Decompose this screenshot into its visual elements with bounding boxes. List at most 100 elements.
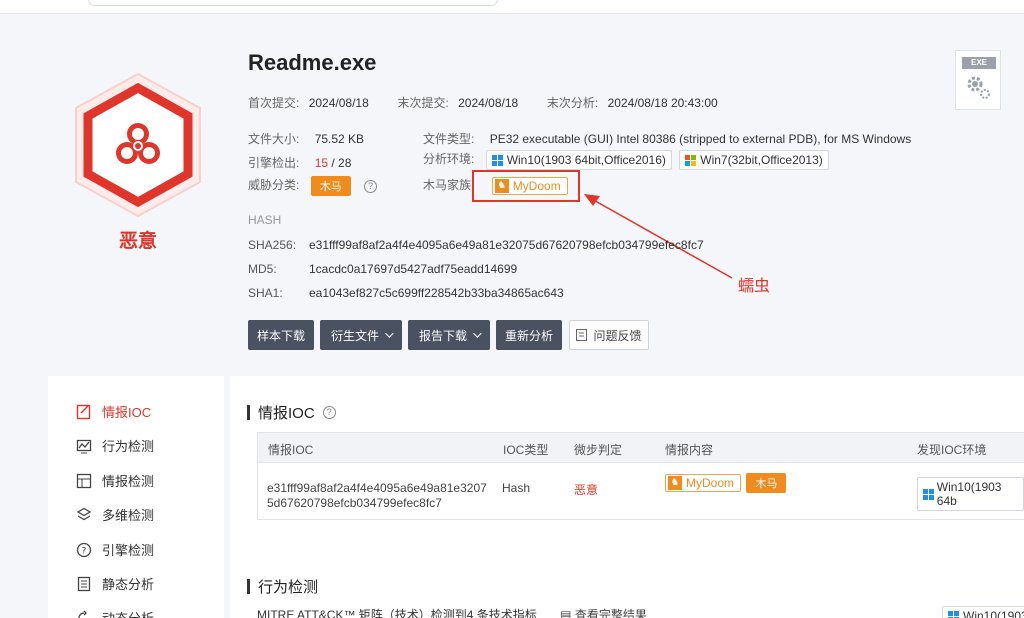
env-label: 分析环境:	[423, 152, 475, 167]
column-header: 微步判定	[574, 443, 623, 457]
sidebar-item-behavior[interactable]: 行为检测	[76, 436, 154, 455]
family-label: 木马家族:	[423, 178, 475, 192]
submit-dates: 首次提交: 2024/08/18 末次提交: 2024/08/18 末次分析: …	[248, 94, 718, 111]
multi-dimension-icon	[76, 507, 92, 520]
annotation-text: 蠕虫	[738, 278, 771, 295]
threat-row: 威胁分类: 木马 ?	[248, 176, 378, 196]
sidebar-item-label: 行为检测	[102, 439, 155, 454]
reanalyze-label: 重新分析	[504, 328, 553, 343]
env-chip-win7[interactable]: Win7(32bit,Office2013)	[679, 150, 829, 170]
env-chip-label: Win10(1903 64b	[936, 480, 1002, 508]
help-icon[interactable]: ?	[322, 406, 336, 419]
engine-hits[interactable]: 15	[315, 156, 328, 170]
document-icon: ▤	[560, 608, 572, 618]
ioc-env: Win10(1903 64b	[917, 477, 1024, 511]
env-chip-label: Win10(1903 64bit,Office2016)	[506, 153, 666, 167]
md5-value[interactable]: 1cacdc0a17697d5427adf75eadd14699	[309, 262, 517, 276]
trojan-horse-icon: ♞	[668, 476, 682, 490]
env-chip-label: Win7(32bit,Office2013)	[700, 153, 823, 167]
search-input[interactable]	[88, 0, 498, 6]
sha1-value[interactable]: ea1043ef827c5c699ff228542b33ba34865ac643	[309, 286, 564, 300]
sha256-value[interactable]: e31fff99af8af2a4f4e4095a6e49a81e32075d67…	[309, 238, 704, 252]
file-name: Readme.exe	[248, 50, 377, 75]
windows-icon	[491, 154, 503, 166]
svg-text:?: ?	[82, 546, 87, 556]
column-header: 发现IOC环境	[917, 443, 987, 457]
download-sample-button[interactable]: 样本下载	[248, 320, 314, 350]
threat-tag[interactable]: 木马	[746, 473, 787, 493]
section-bar	[247, 579, 250, 594]
report-download-button[interactable]: 报告下载	[408, 320, 490, 350]
env-chip-label: Win10(1903	[963, 609, 1024, 618]
first-submit-label: 首次提交:	[248, 96, 300, 110]
behavior-summary-row: MITRE ATT&CK™ 矩阵（技术）检测到4 条技术指标 ▤ 查看完整结果	[257, 606, 647, 618]
sidebar-item-label: 动态分析	[102, 608, 154, 618]
ioc-table-header: 情报IOC IOC类型 微步判定 情报内容 发现IOC环境	[258, 433, 1024, 463]
env-chip-win10[interactable]: Win10(1903 64b	[917, 477, 1024, 511]
intel-ioc-icon	[76, 404, 91, 419]
section-bar	[247, 405, 250, 420]
report-download-label: 报告下载	[418, 328, 467, 343]
file-type-value: PE32 executable (GUI) Intel 80386 (strip…	[489, 132, 912, 146]
chevron-down-icon	[385, 329, 394, 338]
threat-tag[interactable]: 木马	[310, 176, 351, 196]
derived-files-label: 衍生文件	[330, 328, 379, 343]
file-type-label: 文件类型:	[423, 132, 475, 146]
download-sample-label: 样本下载	[256, 328, 305, 343]
derived-files-button[interactable]: 衍生文件	[320, 320, 402, 350]
ioc-section-title: 情报IOC ?	[247, 402, 336, 423]
ioc-value-line: e31fff99af8af2a4f4e4095a6e49a81e3207	[267, 481, 487, 495]
chevron-down-icon	[473, 329, 482, 338]
md5-label: MD5:	[248, 262, 277, 276]
sha256-row: SHA256: e31fff99af8af2a4f4e4095a6e49a81e3…	[248, 238, 704, 252]
md5-row: MD5: 1cacdc0a17697d5427adf75eadd14699	[248, 262, 517, 276]
annotation-highlight-box	[472, 170, 580, 202]
ioc-verdict: 恶意	[574, 483, 599, 497]
env-row: 分析环境: Win10(1903 64bit,Office2016) Win7(…	[423, 150, 829, 170]
file-type-icon: EXE	[955, 50, 1001, 110]
sidebar-item-label: 引擎检测	[102, 543, 155, 558]
family-chip[interactable]: ♞ MyDoom	[665, 474, 742, 492]
sidebar-item-intel-detect[interactable]: 情报检测	[76, 471, 154, 490]
sidebar-item-dynamic-analysis[interactable]: 动态分析	[76, 608, 154, 618]
behavior-section-title-text: 行为检测	[258, 579, 319, 596]
column-header: 情报IOC	[268, 443, 314, 457]
file-size-row: 文件大小: 75.52 KB	[248, 130, 364, 147]
windows7-icon	[685, 154, 697, 166]
ioc-intel-tags: ♞ MyDoom 木马	[665, 473, 787, 493]
feedback-button[interactable]: 问题反馈	[569, 320, 649, 350]
verdict-label: 恶意	[118, 231, 157, 252]
sidebar-item-multi-dimension[interactable]: 多维检测	[76, 505, 154, 524]
last-submit-value: 2024/08/18	[458, 96, 519, 110]
sidebar-item-static-analysis[interactable]: 静态分析	[76, 574, 154, 593]
file-type-row: 文件类型: PE32 executable (GUI) Intel 80386 …	[423, 130, 911, 147]
env-chip-win10[interactable]: Win10(1903 64bit,Office2016)	[485, 150, 672, 170]
family-chip-label: MyDoom	[686, 476, 735, 490]
dynamic-analysis-icon	[78, 610, 90, 618]
reanalyze-button[interactable]: 重新分析	[496, 320, 562, 350]
view-full-results-label: 查看完整结果	[574, 608, 647, 618]
env-chip-win10[interactable]: Win10(1903	[942, 606, 1024, 618]
sha1-row: SHA1: ea1043ef827c5c699ff228542b33ba34865…	[248, 286, 564, 300]
help-icon[interactable]: ?	[364, 179, 378, 193]
sha1-label: SHA1:	[248, 286, 283, 300]
view-full-results-link[interactable]: ▤ 查看完整结果	[560, 608, 647, 618]
ioc-value[interactable]: e31fff99af8af2a4f4e4095a6e49a81e3207 5d6…	[267, 481, 487, 511]
static-analysis-icon	[77, 576, 91, 591]
threat-label: 威胁分类:	[248, 178, 300, 193]
sha256-label: SHA256:	[248, 238, 297, 252]
sidebar-item-intel-ioc[interactable]: 情报IOC	[76, 402, 151, 421]
behavior-summary: MITRE ATT&CK™ 矩阵（技术）检测到4 条技术指标	[257, 608, 537, 618]
hash-title: HASH	[248, 213, 282, 227]
column-header: 情报内容	[665, 443, 714, 457]
file-ext-label: EXE	[962, 57, 996, 69]
behavior-section-title: 行为检测	[247, 576, 318, 597]
last-submit-label: 末次提交:	[397, 96, 449, 110]
gear-icon	[967, 76, 990, 99]
sidebar-item-engine[interactable]: ? 引擎检测	[76, 540, 154, 559]
sidebar-item-label: 情报IOC	[102, 405, 152, 420]
engine-label: 引擎检出:	[248, 156, 300, 170]
engine-total: / 28	[331, 156, 352, 170]
behavior-chart-icon	[76, 439, 92, 453]
engine-row: 引擎检出: 15 / 28	[248, 154, 351, 171]
